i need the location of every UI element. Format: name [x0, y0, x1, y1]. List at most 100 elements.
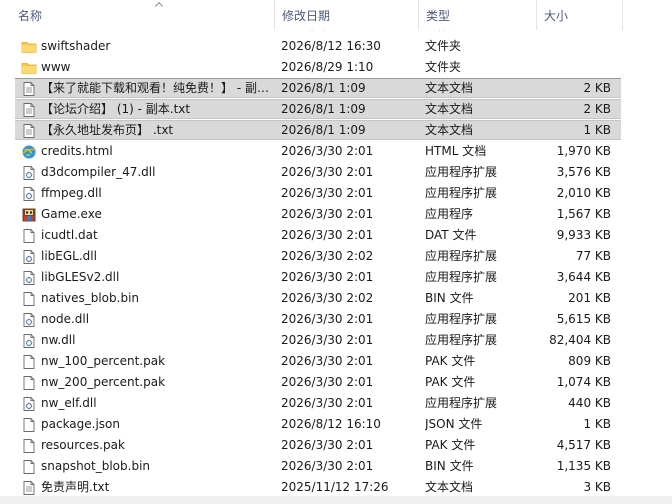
file-name: d3dcompiler_47.dll — [41, 165, 156, 179]
file-type: 应用程序扩展 — [425, 312, 498, 326]
file-explorer: locales2026/8/12 16:30文件夹swiftshader2026… — [0, 0, 672, 504]
column-header-name[interactable]: 名称 — [15, 0, 273, 30]
file-row-selected[interactable]: 【论坛介绍】 (1) - 副本.txt 2026/8/1 1:09 文本文档 2 KB — [0, 99, 672, 120]
file-name: nw_200_percent.pak — [41, 375, 166, 389]
file-row[interactable]: icudtl.dat 2026/3/30 2:01 DAT 文件 9,933 KB — [0, 225, 672, 246]
file-name: resources.pak — [41, 438, 125, 452]
dll-file-icon — [21, 396, 37, 412]
file-name: 免责声明.txt — [41, 480, 110, 494]
file-row[interactable]: credits.html 2026/3/30 2:01 HTML 文档 1,970 K… — [0, 141, 672, 162]
column-header-type[interactable]: 类型 — [418, 0, 536, 30]
file-size: 9,933 KB — [556, 228, 611, 242]
file-size: 3,576 KB — [556, 165, 611, 179]
file-type: PAK 文件 — [425, 438, 476, 452]
file-icon — [21, 354, 37, 370]
file-row-selected[interactable]: 【来了就能下载和观看！纯免费！】 - 副… 2026/8/1 1:09 文本文档 2 … — [0, 78, 672, 99]
file-row[interactable]: Game.exe 2026/3/30 2:01 应用程序 1,567 KB — [0, 204, 672, 225]
file-size: 1 KB — [583, 417, 611, 431]
file-date: 2026/8/12 16:30 — [281, 39, 381, 53]
file-row[interactable]: nw_200_percent.pak 2026/3/30 2:01 PAK 文件 1,… — [0, 372, 672, 393]
file-row[interactable]: package.json 2026/8/12 16:10 JSON 文件 1 KB — [0, 414, 672, 435]
file-name: node.dll — [41, 312, 90, 326]
file-date: 2026/3/30 2:01 — [281, 207, 374, 221]
file-icon — [21, 417, 37, 433]
file-icon — [21, 375, 37, 391]
file-name: 【论坛介绍】 (1) - 副本.txt — [41, 102, 191, 116]
file-size: 5,615 KB — [556, 312, 611, 326]
file-size: 82,404 KB — [549, 333, 611, 347]
file-type: 文本文档 — [425, 480, 474, 494]
column-header-size[interactable]: 大小 — [536, 0, 622, 30]
file-type: 应用程序 — [425, 207, 474, 221]
text-file-icon — [21, 102, 37, 118]
file-row[interactable]: snapshot_blob.bin 2026/3/30 2:01 BIN 文件 1,1… — [0, 456, 672, 477]
file-size: 4,517 KB — [556, 438, 611, 452]
file-date: 2026/3/30 2:01 — [281, 312, 374, 326]
column-header-date[interactable]: 修改日期 — [274, 0, 418, 30]
file-date: 2026/3/30 2:01 — [281, 333, 374, 347]
file-type: HTML 文档 — [425, 144, 487, 158]
dll-file-icon — [21, 312, 37, 328]
file-type: 文本文档 — [425, 81, 474, 95]
file-date: 2026/8/29 1:10 — [281, 60, 374, 74]
file-row[interactable]: libGLESv2.dll 2026/3/30 2:01 应用程序扩展 3,644 K… — [0, 267, 672, 288]
file-row[interactable]: node.dll 2026/3/30 2:01 应用程序扩展 5,615 KB — [0, 309, 672, 330]
text-file-icon — [21, 81, 37, 97]
dll-file-icon — [21, 270, 37, 286]
dll-file-icon — [21, 333, 37, 349]
file-icon — [21, 228, 37, 244]
column-header-date-label: 修改日期 — [282, 9, 331, 23]
file-type: 文本文档 — [425, 123, 474, 137]
file-date: 2026/8/1 1:09 — [281, 123, 366, 137]
file-name: Game.exe — [41, 207, 102, 221]
file-row[interactable]: d3dcompiler_47.dll 2026/3/30 2:01 应用程序扩展 3,… — [0, 162, 672, 183]
html-file-icon — [21, 144, 37, 160]
file-icon — [21, 438, 37, 454]
dll-file-icon — [21, 249, 37, 265]
file-icon — [21, 459, 37, 475]
file-row[interactable]: nw_100_percent.pak 2026/3/30 2:01 PAK 文件 80… — [0, 351, 672, 372]
file-date: 2026/3/30 2:01 — [281, 144, 374, 158]
file-row[interactable]: nw_elf.dll 2026/3/30 2:01 应用程序扩展 440 KB — [0, 393, 672, 414]
file-row[interactable]: libEGL.dll 2026/3/30 2:02 应用程序扩展 77 KB — [0, 246, 672, 267]
file-row[interactable]: resources.pak 2026/3/30 2:01 PAK 文件 4,517 K… — [0, 435, 672, 456]
file-row-selected[interactable]: 【永久地址发布页】 .txt 2026/8/1 1:09 文本文档 1 KB — [0, 120, 672, 141]
file-row[interactable]: ffmpeg.dll 2026/3/30 2:01 应用程序扩展 2,010 KB — [0, 183, 672, 204]
file-date: 2026/3/30 2:01 — [281, 270, 374, 284]
file-name: libEGL.dll — [41, 249, 97, 263]
file-row[interactable]: nw.dll 2026/3/30 2:01 应用程序扩展 82,404 KB — [0, 330, 672, 351]
file-row[interactable]: www 2026/8/29 1:10 文件夹 — [0, 57, 672, 78]
file-type: 应用程序扩展 — [425, 396, 498, 410]
file-name: swiftshader — [41, 39, 111, 53]
file-row[interactable]: 免责声明.txt 2025/11/12 17:26 文本文档 3 KB — [0, 477, 672, 498]
file-date: 2025/11/12 17:26 — [281, 480, 389, 494]
file-date: 2026/3/30 2:01 — [281, 375, 374, 389]
file-size: 3 KB — [583, 480, 611, 494]
file-date: 2026/3/30 2:01 — [281, 396, 374, 410]
column-header-type-label: 类型 — [426, 9, 451, 23]
file-date: 2026/8/12 16:10 — [281, 417, 381, 431]
file-type: PAK 文件 — [425, 354, 476, 368]
file-date: 2026/8/1 1:09 — [281, 102, 366, 116]
file-type: BIN 文件 — [425, 459, 474, 473]
file-name: ffmpeg.dll — [41, 186, 102, 200]
folder-icon — [21, 39, 37, 55]
file-row[interactable]: natives_blob.bin 2026/3/30 2:02 BIN 文件 201 … — [0, 288, 672, 309]
file-name: libGLESv2.dll — [41, 270, 120, 284]
file-name: nw_elf.dll — [41, 396, 97, 410]
horizontal-scroll-area[interactable] — [0, 496, 672, 504]
file-row[interactable]: swiftshader 2026/8/12 16:30 文件夹 — [0, 36, 672, 57]
file-date: 2026/3/30 2:01 — [281, 165, 374, 179]
file-size: 1,567 KB — [556, 207, 611, 221]
file-date: 2026/3/30 2:01 — [281, 354, 374, 368]
file-type: 应用程序扩展 — [425, 270, 498, 284]
file-date: 2026/3/30 2:01 — [281, 228, 374, 242]
file-size: 440 KB — [568, 396, 611, 410]
dll-file-icon — [21, 186, 37, 202]
column-header-bar: 名称 修改日期 类型 大小 — [0, 0, 672, 30]
file-size: 2,010 KB — [556, 186, 611, 200]
file-type: 文件夹 — [425, 39, 462, 53]
file-date: 2026/3/30 2:01 — [281, 438, 374, 452]
file-size: 1,970 KB — [556, 144, 611, 158]
file-size — [535, 57, 611, 78]
